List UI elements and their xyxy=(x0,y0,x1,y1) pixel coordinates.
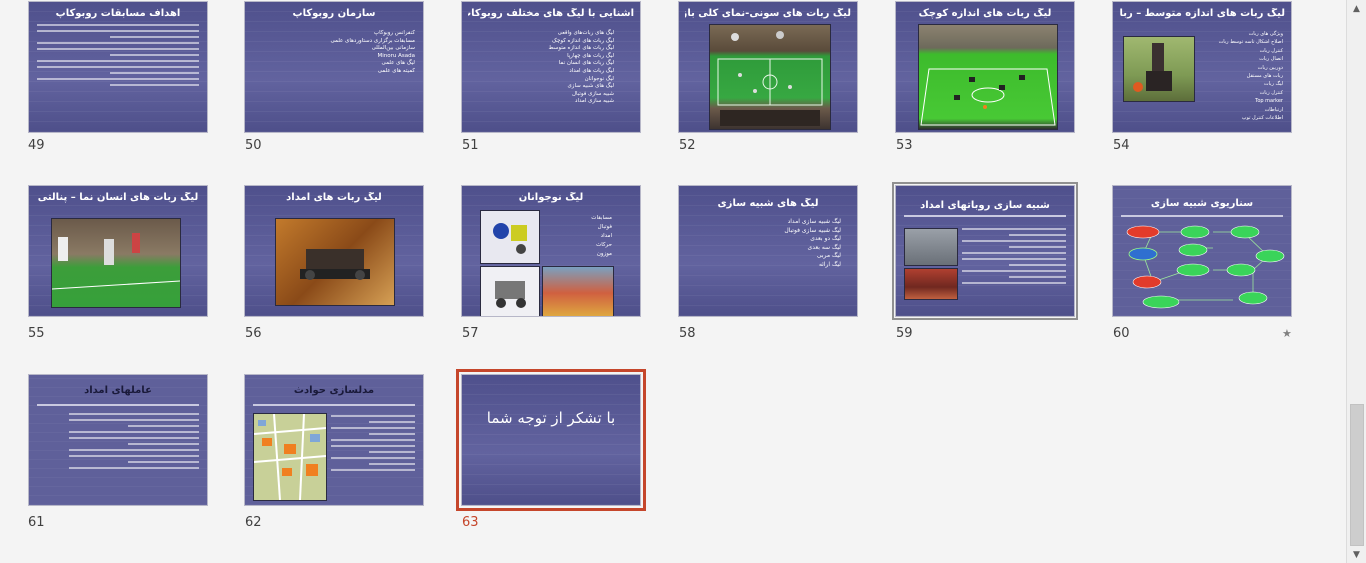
slide-thumbnail-51[interactable]: آشنایی با لیگ های مختلف روبوکاپ لیگ های … xyxy=(461,1,641,133)
scrollbar-thumb[interactable] xyxy=(1350,404,1364,546)
slide-bullets: لیگ های ربات‌های واقعی لیگ ربات های انداز… xyxy=(548,30,614,105)
slide-thumbnail-59[interactable]: شبیه سازی روباتهای امداد xyxy=(892,182,1078,320)
slide-bullets: کنفرانس روبوکاپ مسابقات برگزاری دستاوردها… xyxy=(330,30,415,74)
title-underline xyxy=(37,404,199,406)
slide-title: لیگ ربات های اندازه کوچک xyxy=(918,8,1052,19)
title-underline xyxy=(1121,215,1283,217)
slide-title: شبیه سازی روباتهای امداد xyxy=(920,200,1050,211)
slide-thumbnail-63[interactable]: با تشکر از توجه شما xyxy=(456,369,646,511)
slide-thumbnail-52[interactable]: لیگ ربات های سونی-نمای کلی بازی xyxy=(678,1,858,133)
slide-number: 59 xyxy=(896,326,913,341)
slide-transition-star-icon[interactable]: ★ xyxy=(1282,327,1292,340)
slide-number: 53 xyxy=(896,138,913,153)
robot-photo xyxy=(1123,36,1195,102)
slide-number: 62 xyxy=(245,515,262,530)
slide-thumbnail-53[interactable]: لیگ ربات های اندازه کوچک xyxy=(895,1,1075,133)
slide-number: 58 xyxy=(679,326,696,341)
small-size-league-photo xyxy=(918,24,1058,130)
slide-title: لیگ نوجوانان xyxy=(518,192,584,203)
slide-number: 55 xyxy=(28,326,45,341)
scroll-up-arrow-icon[interactable]: ▲ xyxy=(1347,0,1366,17)
rescue-sim-screenshot-1 xyxy=(904,228,958,266)
slide-number: 61 xyxy=(28,515,45,530)
scroll-down-arrow-icon[interactable]: ▼ xyxy=(1347,546,1366,563)
slide-thumbnail-58[interactable]: لیگ های شبیه سازی لیگ شبیه سازی امداد لیگ… xyxy=(678,185,858,317)
slide-number: 52 xyxy=(679,138,696,153)
slide-title: اهداف مسابقات روبوکاپ xyxy=(55,8,181,19)
slide-thumbnail-62[interactable]: مدلسازی حوادث xyxy=(244,374,424,506)
scenario-flow-diagram xyxy=(1126,225,1285,309)
slide-text-block xyxy=(69,413,199,495)
slide-number: 57 xyxy=(462,326,479,341)
slide-thumbnail-54[interactable]: لیگ ربات های اندازه متوسط – ربات ویژگی ه… xyxy=(1112,1,1292,133)
slide-thumbnail-57[interactable]: لیگ نوجوانان مسابقات فوتبال امداد حرکات موزو… xyxy=(461,185,641,317)
slide-bullets: لیگ شبیه سازی امداد لیگ شبیه سازی فوتبال ل… xyxy=(784,218,841,268)
slide-bullets: مسابقات فوتبال امداد حرکات موزون xyxy=(591,215,612,257)
slide-title: لیگ ربات های اندازه متوسط – ربات xyxy=(1119,8,1285,19)
slide-thumbnail-50[interactable]: سازمان روبوکاپ کنفرانس روبوکاپ مسابقات بر… xyxy=(244,1,424,133)
slide-text-block xyxy=(331,415,415,495)
slide-text-block xyxy=(37,24,199,122)
rescue-robot-photo xyxy=(275,218,395,306)
slide-sorter-view: اهداف مسابقات روبوکاپ 49 سازمان روبوکاپ … xyxy=(0,0,1347,563)
slide-thumbnail-56[interactable]: لیگ ربات های امداد xyxy=(244,185,424,317)
title-underline xyxy=(253,404,415,406)
junior-robot-photo-2 xyxy=(480,266,540,316)
slide-number: 56 xyxy=(245,326,262,341)
slide-title: عاملهای امداد xyxy=(84,385,152,396)
slide-title: سناریوی شبیه سازی xyxy=(1150,198,1254,209)
slide-title: آشنایی با لیگ های مختلف روبوکاپ xyxy=(468,8,634,19)
slide-title: سازمان روبوکاپ xyxy=(292,8,376,19)
slide-thumbnail-60[interactable]: سناریوی شبیه سازی xyxy=(1112,185,1292,317)
robot-soccer-photo xyxy=(709,24,831,130)
rescue-sim-screenshot-2 xyxy=(904,268,958,300)
junior-kids-photo xyxy=(542,266,614,316)
slide-title: لیگ ربات های سونی-نمای کلی بازی xyxy=(685,8,851,19)
slide-title: لیگ ربات های انسان نما – پنالتی xyxy=(37,192,199,203)
vertical-scrollbar[interactable]: ▲ ▼ xyxy=(1346,0,1366,563)
junior-robot-photo-1 xyxy=(480,210,540,264)
slide-title: لیگ ربات های امداد xyxy=(286,192,382,203)
slide-number: 54 xyxy=(1113,138,1130,153)
slide-title: مدلسازی حوادث xyxy=(293,385,375,396)
slide-bullets: ویژگی های ربات اصلاح اشکال تاسه توسط ربات… xyxy=(1218,31,1283,122)
field-lines-icon xyxy=(717,31,823,126)
slide-title: لیگ های شبیه سازی xyxy=(717,198,819,209)
slide-number: 60 xyxy=(1113,326,1130,341)
slide-number: 49 xyxy=(28,138,45,153)
city-map-image xyxy=(253,413,327,501)
slide-number: 50 xyxy=(245,138,262,153)
slide-thumbnail-55[interactable]: لیگ ربات های انسان نما – پنالتی xyxy=(28,185,208,317)
humanoid-penalty-photo xyxy=(51,218,181,308)
slide-thumbnail-61[interactable]: عاملهای امداد xyxy=(28,374,208,506)
slide-number: 51 xyxy=(462,138,479,153)
title-underline xyxy=(904,215,1066,217)
slide-title: با تشکر از توجه شما xyxy=(486,409,616,427)
slide-number: 63 xyxy=(462,515,479,530)
slide-text-block xyxy=(962,228,1066,306)
slide-thumbnail-49[interactable]: اهداف مسابقات روبوکاپ xyxy=(28,1,208,133)
